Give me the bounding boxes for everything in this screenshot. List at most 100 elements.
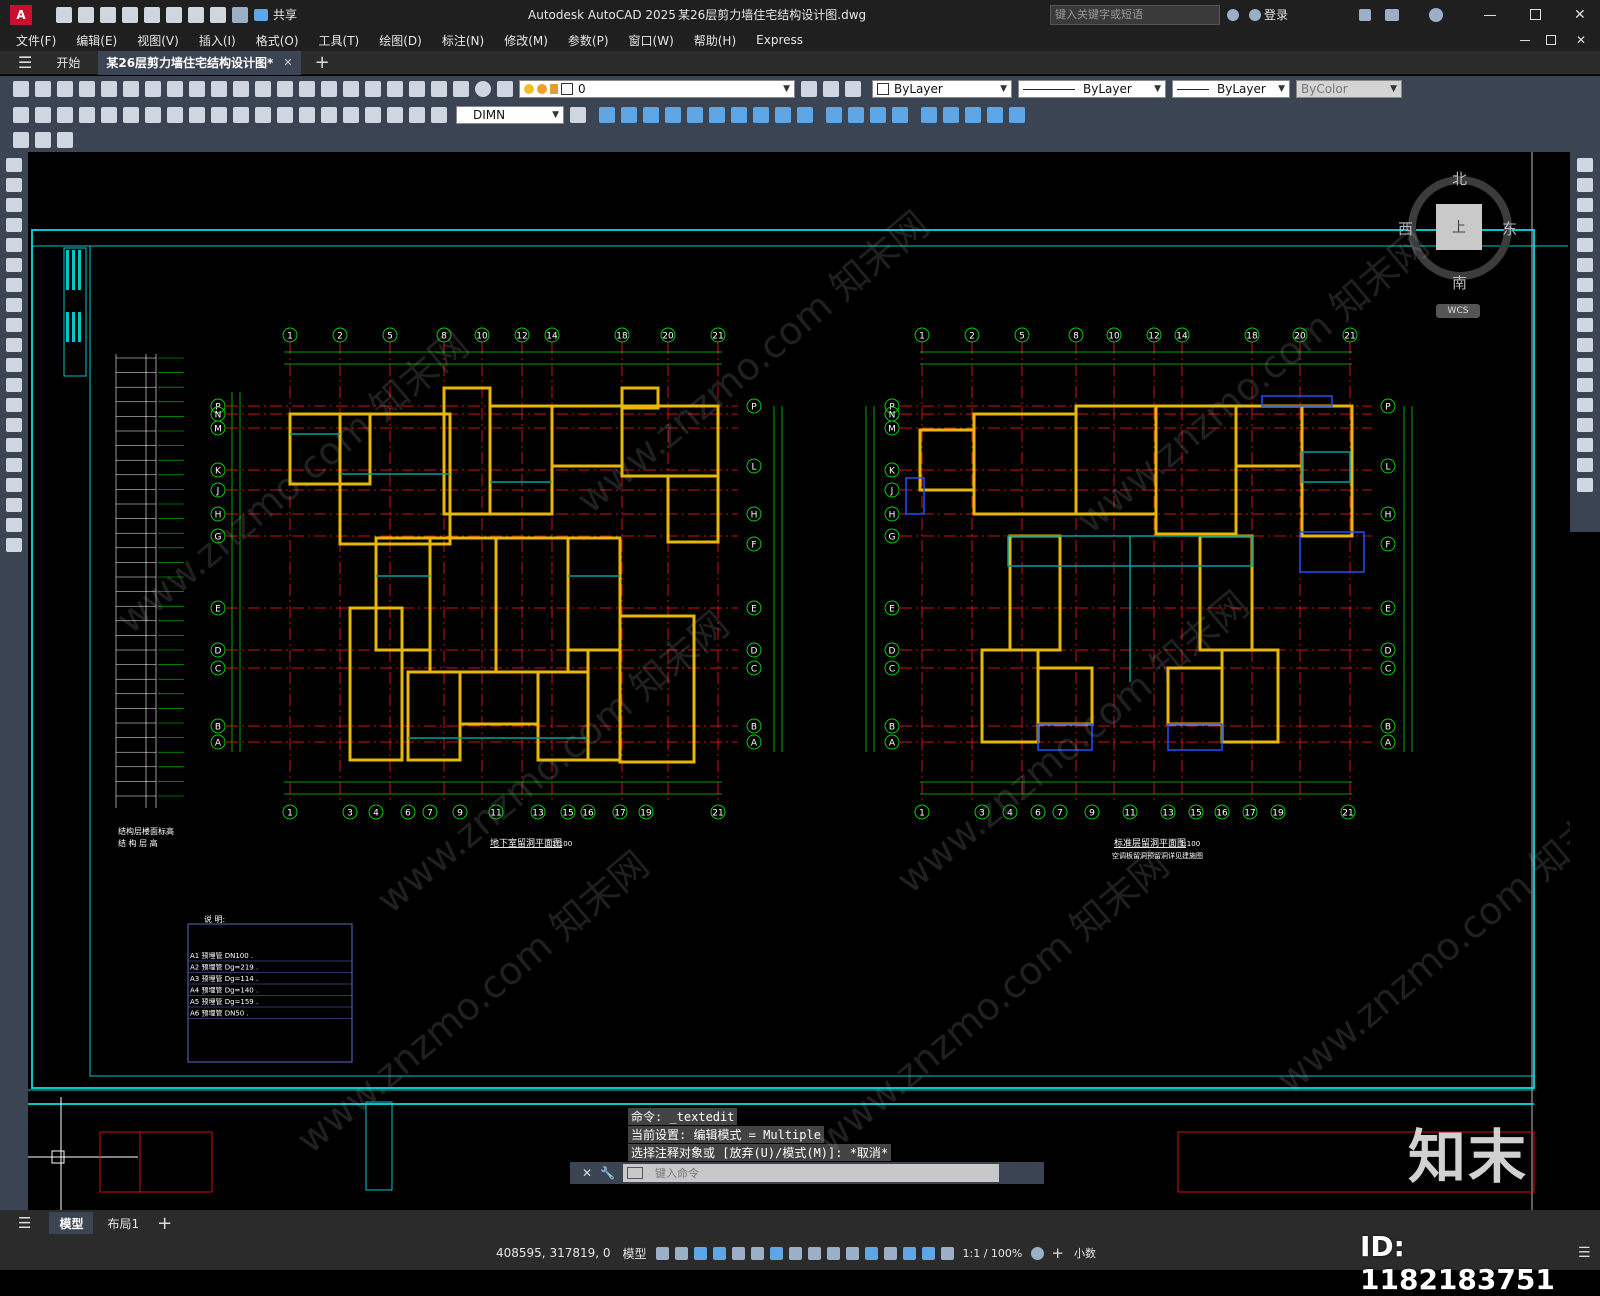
plot-icon[interactable] (188, 6, 204, 23)
polyline-icon[interactable] (6, 198, 22, 212)
snap-icon[interactable] (674, 1246, 688, 1260)
tab-start[interactable]: 开始 (56, 54, 80, 71)
dim-jogged-icon[interactable] (123, 107, 139, 123)
tab-layout1[interactable]: 布局1 (107, 1215, 139, 1232)
erase-icon[interactable] (1577, 158, 1593, 172)
dim-diameter-icon[interactable] (145, 107, 161, 123)
chamfer-icon[interactable] (1577, 418, 1593, 432)
lineweight-icon[interactable] (788, 1246, 802, 1260)
3d-osnap-icon[interactable] (845, 1246, 859, 1260)
shade-3d-icon[interactable] (848, 107, 864, 123)
viewcube-top-face[interactable]: 上 (1436, 204, 1482, 250)
menu-item-draw[interactable]: 绘图(D) (369, 32, 432, 49)
inspect-icon[interactable] (343, 107, 359, 123)
view-nw-icon[interactable] (797, 107, 813, 123)
cut-icon[interactable] (167, 81, 183, 97)
open-file-icon[interactable] (78, 6, 94, 23)
plotstyle-dropdown[interactable]: ByColor ▼ (1296, 80, 1402, 98)
ucs-prev-icon[interactable] (965, 107, 981, 123)
dim-text-edit-icon[interactable] (409, 107, 425, 123)
coordinates-readout[interactable]: 408595, 317819, 0 (496, 1246, 611, 1260)
line-icon[interactable] (6, 158, 22, 172)
offset-icon[interactable] (1577, 218, 1593, 232)
annotation-monitor-icon[interactable]: + (1051, 1244, 1064, 1262)
auto-scale-icon[interactable] (940, 1246, 954, 1260)
menu-item-express[interactable]: Express (746, 33, 813, 47)
dynamic-ucs-icon[interactable] (864, 1246, 878, 1260)
view-ne-icon[interactable] (775, 107, 791, 123)
customize-status-icon[interactable]: ☰ (1578, 1245, 1591, 1261)
region-icon[interactable] (6, 478, 22, 492)
open-web-icon[interactable] (144, 6, 160, 23)
menu-item-insert[interactable]: 插入(I) (189, 32, 246, 49)
table-icon[interactable] (6, 498, 22, 512)
dim-arc-icon[interactable] (57, 107, 73, 123)
wcs-button[interactable]: WCS (1436, 304, 1480, 318)
color-dropdown[interactable]: ByLayer ▼ (872, 80, 1012, 98)
stretch-icon[interactable] (1577, 318, 1593, 332)
cart-icon[interactable] (1359, 8, 1371, 21)
break-icon[interactable] (1577, 378, 1593, 392)
new-tab-icon[interactable]: + (315, 52, 330, 73)
command-close-icon[interactable]: ✕ (582, 1166, 592, 1180)
trim-icon[interactable] (1577, 338, 1593, 352)
point-icon[interactable] (6, 418, 22, 432)
dim-break-icon[interactable] (277, 107, 293, 123)
copy-object-icon[interactable] (1577, 178, 1593, 192)
dim-ordinate-icon[interactable] (79, 107, 95, 123)
rotate-icon[interactable] (1577, 278, 1593, 292)
doc-close-icon[interactable]: ✕ (1576, 33, 1586, 47)
arc-icon[interactable] (6, 258, 22, 272)
gradient-icon[interactable] (6, 458, 22, 472)
add-selected-icon[interactable] (6, 538, 22, 552)
menu-item-window[interactable]: 窗口(W) (619, 32, 684, 49)
layer-state-icon[interactable] (845, 81, 861, 97)
zoom-window-icon[interactable] (343, 81, 359, 97)
insert-block-icon[interactable] (6, 378, 22, 392)
view-bottom-icon[interactable] (709, 107, 725, 123)
maximize-icon[interactable] (1530, 9, 1541, 20)
annotation-visibility-icon[interactable] (921, 1246, 935, 1260)
view-right-icon[interactable] (665, 107, 681, 123)
mirror-icon[interactable] (1577, 198, 1593, 212)
transparency-icon[interactable] (807, 1246, 821, 1260)
explode-icon[interactable] (1577, 478, 1593, 492)
annotation-scale-button[interactable]: 1:1 / 100% (963, 1247, 1023, 1260)
shade-2d-icon[interactable] (826, 107, 842, 123)
preview-icon[interactable] (101, 81, 117, 97)
menu-item-file[interactable]: 文件(F) (0, 32, 66, 49)
block-edit-icon[interactable] (13, 132, 29, 148)
save-as-icon[interactable] (122, 6, 138, 23)
menu-item-parametric[interactable]: 参数(P) (558, 32, 619, 49)
drawing-canvas[interactable]: 结构层楼面标高 结 构 层 高 1 2 5 8 10 12 14 18 20 2… (28, 152, 1570, 1210)
block-insert-icon[interactable] (35, 132, 51, 148)
save-toolbar-icon[interactable] (57, 81, 73, 97)
menu-item-modify[interactable]: 修改(M) (494, 32, 558, 49)
ellipse-arc-icon[interactable] (6, 358, 22, 372)
zoom-realtime-icon[interactable] (321, 81, 337, 97)
jogged-linear-icon[interactable] (365, 107, 381, 123)
move-icon[interactable] (1577, 258, 1593, 272)
dim-linear-icon[interactable] (13, 107, 29, 123)
block-define-icon[interactable] (57, 132, 73, 148)
polar-icon[interactable] (712, 1246, 726, 1260)
tolerance-icon[interactable] (299, 107, 315, 123)
ucs-icon[interactable] (921, 107, 937, 123)
doc-restore-icon[interactable] (1546, 35, 1556, 45)
layer-properties-icon[interactable] (497, 81, 513, 97)
minimize-icon[interactable] (1484, 15, 1496, 16)
app-logo-badge[interactable]: A (10, 4, 32, 25)
viewcube-north[interactable]: 北 (1452, 168, 1467, 189)
zoom-previous-icon[interactable] (365, 81, 381, 97)
help-toolbar-icon[interactable] (475, 81, 491, 97)
share-icon[interactable] (254, 8, 268, 21)
center-mark-icon[interactable] (321, 107, 337, 123)
layer-dropdown[interactable]: 0 ▼ (519, 80, 795, 98)
login-button[interactable]: 登录 (1264, 6, 1288, 23)
construction-line-icon[interactable] (6, 178, 22, 192)
polygon-icon[interactable] (6, 218, 22, 232)
hatch-icon[interactable] (6, 438, 22, 452)
dim-update-icon[interactable] (431, 107, 447, 123)
layout-menu-icon[interactable]: ☰ (18, 1214, 31, 1232)
menu-item-tools[interactable]: 工具(T) (309, 32, 370, 49)
